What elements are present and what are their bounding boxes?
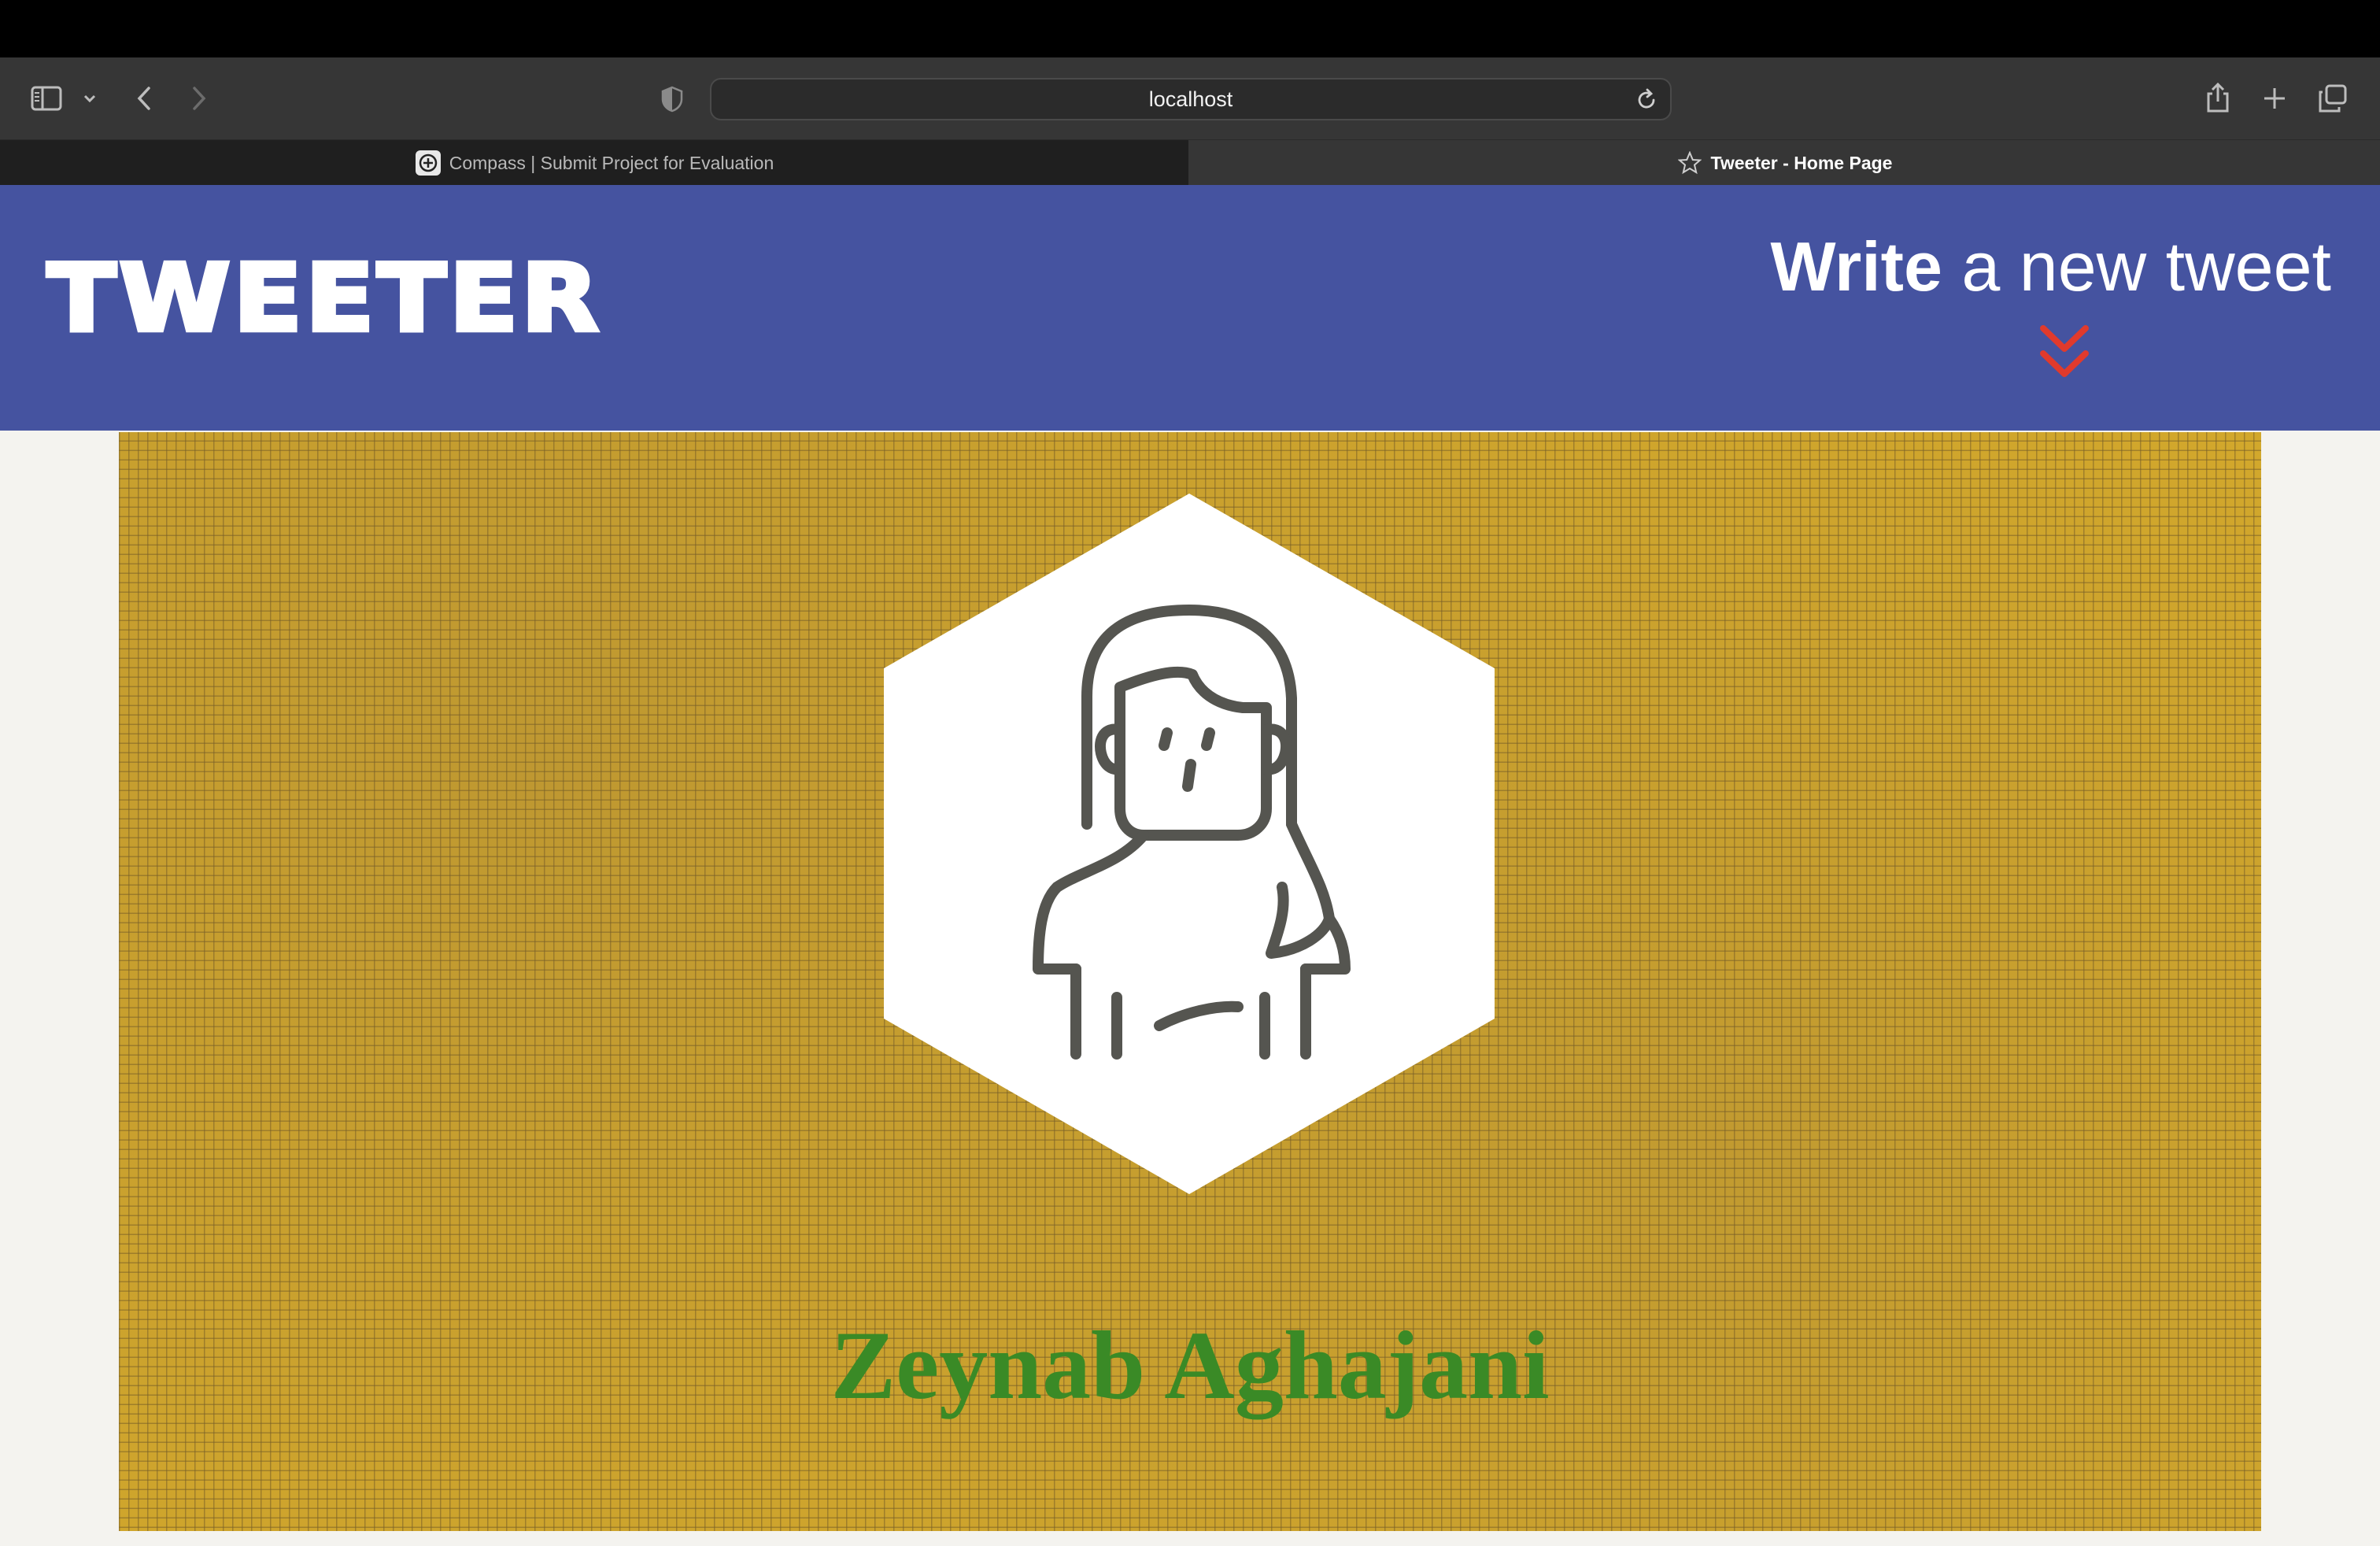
compass-icon — [415, 150, 442, 176]
plus-icon[interactable] — [2260, 84, 2289, 113]
chevron-down-icon[interactable] — [80, 89, 99, 108]
tab-bar: Compass | Submit Project for Evaluation … — [0, 139, 2380, 186]
write-tweet-toggle[interactable]: Write a new tweet — [1770, 227, 2331, 305]
reload-icon[interactable] — [1634, 87, 1659, 113]
tab-label: Tweeter - Home Page — [1710, 152, 1893, 173]
sidebar-icon[interactable] — [30, 83, 63, 114]
share-icon[interactable] — [2202, 80, 2234, 116]
page-content: TWEETER Write a new tweet Zeynab Aghajan… — [0, 185, 2380, 1546]
site-header: TWEETER Write a new tweet — [0, 185, 2380, 431]
forward-arrow-icon[interactable] — [186, 84, 213, 113]
tabs-overview-icon[interactable] — [2317, 83, 2349, 114]
address-bar[interactable]: localhost — [710, 78, 1672, 120]
shield-icon[interactable] — [658, 84, 686, 114]
profile-name: Zeynab Aghajani — [830, 1311, 1550, 1419]
back-arrow-icon[interactable] — [131, 84, 157, 113]
double-chevron-down-icon[interactable] — [2038, 324, 2090, 382]
profile-banner: Zeynab Aghajani — [119, 432, 2261, 1531]
browser-toolbar: localhost — [0, 57, 2380, 139]
avatar — [884, 494, 1495, 1194]
site-logo[interactable]: TWEETER — [45, 250, 602, 347]
tab-label: Compass | Submit Project for Evaluation — [449, 152, 774, 173]
write-bold-text: Write — [1770, 227, 1942, 305]
address-text: localhost — [1148, 87, 1233, 111]
tab-compass[interactable]: Compass | Submit Project for Evaluation — [0, 140, 1188, 186]
star-icon — [1676, 150, 1703, 176]
write-rest-text: a new tweet — [1942, 227, 2331, 305]
system-menu-bar — [0, 0, 2380, 57]
tab-tweeter[interactable]: Tweeter - Home Page — [1188, 140, 2380, 186]
